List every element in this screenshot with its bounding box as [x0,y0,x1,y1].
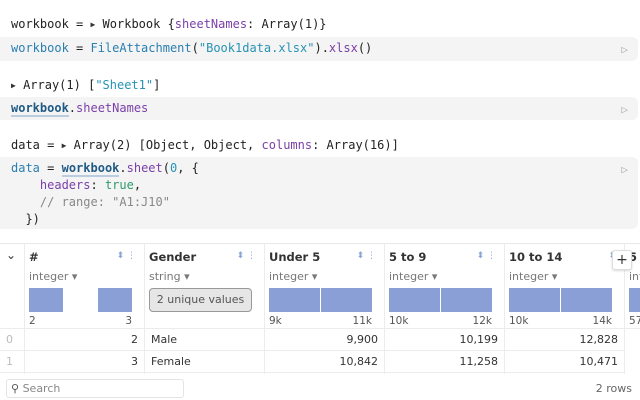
histogram[interactable] [389,288,492,312]
table-cell: Female [145,351,264,373]
type-select[interactable]: integer ▾ [509,270,620,283]
sheetnames-output[interactable]: ▶ Array(1) ["Sheet1"] [11,76,160,94]
index-column: ⌄ 0 1 [0,244,25,374]
sort-icon[interactable]: ⬍ ⋮ [477,251,496,261]
code-cell-sheetnames[interactable]: workbook.sheetNames ▷ [0,97,638,120]
table-cell: 10,842 [265,351,384,373]
data-output[interactable]: data = ▶ Array(2) [Object, Object, colum… [11,136,399,154]
column-gender: Gender string ▾ ⬍ ⋮ 2 unique values Male F… [145,244,265,374]
run-icon[interactable]: ▷ [621,41,628,58]
histogram[interactable] [509,288,612,312]
column-5-to-9: 5 to 9 integer ▾ ⬍ ⋮ 10k 12k 10,199 11,258 [385,244,505,374]
histogram[interactable] [629,288,640,312]
table-cell: 3 [25,351,144,373]
sort-icon[interactable]: ⬍ ⋮ [357,251,376,261]
type-select[interactable]: integer ▾ [389,270,500,283]
sort-icon[interactable]: ⬍ ⋮ [237,251,256,261]
row-count: 2 rows [595,382,632,395]
add-column-button[interactable]: + [612,250,632,270]
table-cell: 9,900 [265,329,384,351]
unique-values-button[interactable]: 2 unique values [149,288,252,312]
workbook-output[interactable]: workbook = ▶ Workbook {sheetNames: Array… [11,15,327,33]
histogram[interactable] [29,288,133,312]
column-num: # integer ▾ ⬍ ⋮ 23 2 3 [25,244,145,374]
type-select[interactable]: integer ▾ [29,270,140,283]
type-select[interactable]: integer ▾ [269,270,380,283]
column-name[interactable]: 10 to 14 [509,250,620,264]
run-icon[interactable]: ▷ [621,101,628,118]
histogram[interactable] [269,288,372,312]
run-icon[interactable]: ▷ [621,161,628,178]
search-input[interactable]: ⚲ Search [6,379,184,398]
column-10-to-14: 10 to 14integer ▾⬍ 10k14k 12,828 10,471 [505,244,625,374]
expand-triangle-icon[interactable]: ▶ [62,141,67,150]
expand-triangle-icon[interactable]: ▶ [90,20,95,29]
table-cell: 10,471 [505,351,624,373]
sort-icon[interactable]: ⬍ ⋮ [117,251,136,261]
table-cell: 11,258 [385,351,504,373]
code-cell-workbook[interactable]: workbook = FileAttachment("Book1data.xls… [0,37,638,61]
row-index: 0 [0,329,24,351]
data-table: ⌄ 0 1 # integer ▾ ⬍ ⋮ 23 2 3 Gender string … [0,243,640,400]
column-under-5: Under 5 integer ▾ ⬍ ⋮ 9k 11k 9,900 10,842 [265,244,385,374]
type-select[interactable]: integer [629,270,640,283]
collapse-chevron-icon[interactable]: ⌄ [6,248,16,262]
expand-triangle-icon[interactable]: ▶ [11,81,16,90]
search-icon: ⚲ [11,382,20,395]
table-cell: 10,199 [385,329,504,351]
table-cell: 2 [25,329,144,351]
code-cell-data[interactable]: data = workbook.sheet(0, { headers: true… [0,157,638,229]
row-index: 1 [0,351,24,373]
type-select[interactable]: string ▾ [149,270,260,283]
table-cell: 12,828 [505,329,624,351]
table-cell: Male [145,329,264,351]
